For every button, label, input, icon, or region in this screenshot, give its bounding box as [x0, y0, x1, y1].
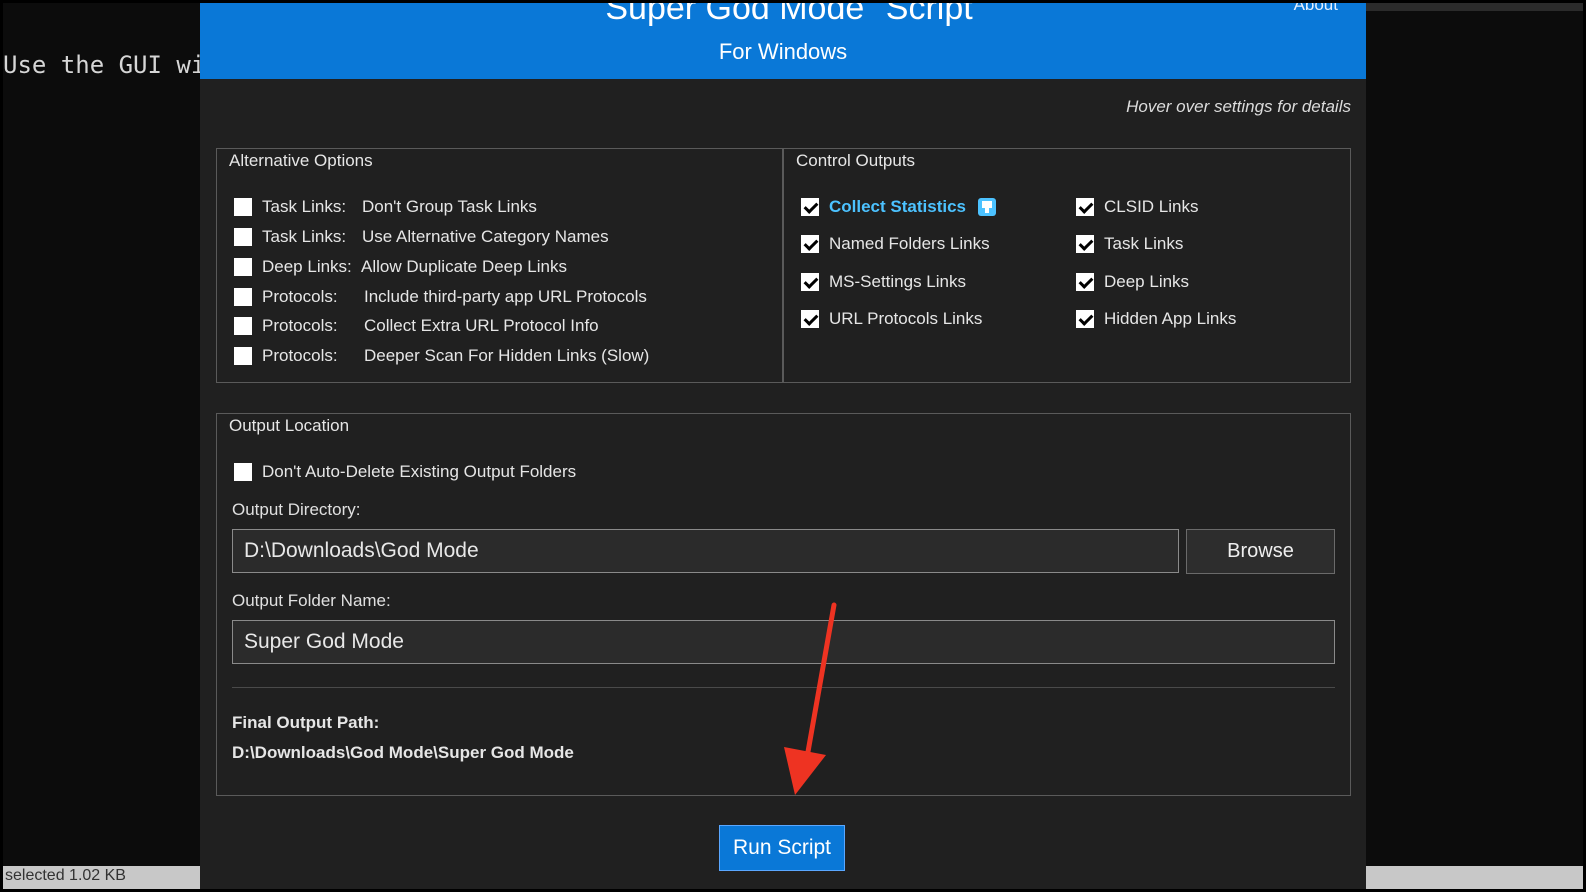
- run-script-button[interactable]: Run Script: [719, 825, 845, 871]
- checkbox[interactable]: [234, 228, 252, 246]
- checkbox[interactable]: [1076, 310, 1094, 328]
- control-option-row[interactable]: Named Folders Links: [801, 232, 990, 256]
- option-label: Named Folders Links: [829, 234, 990, 253]
- console-text: Use the GUI wir: [3, 51, 220, 79]
- option-label: Hidden App Links: [1104, 309, 1237, 328]
- checkbox[interactable]: [1076, 273, 1094, 291]
- checkbox[interactable]: [234, 288, 252, 306]
- control-option-row[interactable]: Task Links: [1076, 232, 1183, 256]
- control-option-row[interactable]: Deep Links: [1076, 270, 1189, 294]
- alt-option-row[interactable]: Protocols: Include third-party app URL P…: [234, 285, 647, 309]
- no-auto-delete-option[interactable]: Don't Auto-Delete Existing Output Folder…: [234, 460, 576, 484]
- group-title: Alternative Options: [227, 151, 375, 171]
- app-subtitle: For Windows: [718, 39, 848, 64]
- output-folder-label: Output Folder Name:: [232, 591, 391, 610]
- option-label: Include third-party app URL Protocols: [364, 287, 647, 306]
- checkbox[interactable]: [234, 463, 252, 481]
- option-label: URL Protocols Links: [829, 309, 983, 328]
- alt-option-row[interactable]: Protocols: Collect Extra URL Protocol In…: [234, 314, 599, 338]
- group-title: Output Location: [227, 416, 352, 436]
- alt-option-row[interactable]: Deep Links: Allow Duplicate Deep Links: [234, 255, 567, 279]
- checkbox[interactable]: [234, 347, 252, 365]
- status-text: selected 1.02 KB: [5, 867, 126, 884]
- option-label: CLSID Links: [1104, 197, 1199, 216]
- checkbox[interactable]: [1076, 198, 1094, 216]
- option-label: Don't Auto-Delete Existing Output Folder…: [262, 462, 577, 481]
- checkbox[interactable]: [234, 317, 252, 335]
- option-label: Collect Statistics: [829, 197, 966, 216]
- alt-option-row[interactable]: Protocols: Deeper Scan For Hidden Links …: [234, 344, 649, 368]
- checkbox[interactable]: [1076, 235, 1094, 253]
- option-prefix: Task Links:: [262, 227, 347, 246]
- option-label: Deep Links: [1104, 272, 1190, 291]
- divider: [232, 687, 1335, 688]
- option-label: Task Links: [1104, 234, 1184, 253]
- control-option-row[interactable]: CLSID Links: [1076, 195, 1198, 219]
- statistics-icon[interactable]: [978, 198, 996, 216]
- option-prefix: Protocols:: [262, 316, 338, 335]
- control-outputs-group: Control Outputs: [783, 148, 1351, 383]
- option-prefix: Task Links:: [262, 197, 347, 216]
- control-option-row[interactable]: URL Protocols Links: [801, 307, 982, 331]
- option-prefix: Deep Links:: [262, 257, 352, 276]
- checkbox[interactable]: [801, 310, 819, 328]
- control-option-row[interactable]: MS-Settings Links: [801, 270, 966, 294]
- checkbox[interactable]: [801, 273, 819, 291]
- option-label: MS-Settings Links: [829, 272, 966, 291]
- control-option-row[interactable]: Hidden App Links: [1076, 307, 1236, 331]
- header-banner: "Super God Mode" Script For Windows Abou…: [200, 3, 1366, 79]
- console-title-strip: [1365, 3, 1583, 11]
- option-label: Don't Group Task Links: [362, 197, 537, 216]
- option-label: Use Alternative Category Names: [362, 227, 609, 246]
- checkbox[interactable]: [234, 198, 252, 216]
- output-directory-label: Output Directory:: [232, 500, 361, 519]
- about-link[interactable]: About: [1294, 3, 1338, 15]
- alt-option-row[interactable]: Task Links: Use Alternative Category Nam…: [234, 225, 609, 249]
- checkbox[interactable]: [234, 258, 252, 276]
- option-label: Allow Duplicate Deep Links: [361, 257, 567, 276]
- screen: Use the GUI wir selected 1.02 KB "Super …: [0, 0, 1586, 892]
- final-output-path: D:\Downloads\God Mode\Super God Mode: [232, 743, 574, 762]
- option-label: Collect Extra URL Protocol Info: [364, 316, 599, 335]
- super-god-mode-dialog: "Super God Mode" Script For Windows Abou…: [200, 3, 1366, 889]
- option-label: Deeper Scan For Hidden Links (Slow): [364, 346, 650, 365]
- output-directory-field[interactable]: D:\Downloads\God Mode: [232, 529, 1179, 573]
- status-bar-right: [1365, 866, 1583, 889]
- final-output-label: Final Output Path:: [232, 713, 380, 732]
- checkbox[interactable]: [801, 198, 819, 216]
- browse-button[interactable]: Browse: [1186, 529, 1335, 574]
- group-title: Control Outputs: [794, 151, 918, 171]
- alt-option-row[interactable]: Task Links: Don't Group Task Links: [234, 195, 537, 219]
- option-prefix: Protocols:: [262, 287, 338, 306]
- option-prefix: Protocols:: [262, 346, 338, 365]
- output-folder-field[interactable]: Super God Mode: [232, 620, 1335, 664]
- app-title: "Super God Mode" Script: [593, 3, 973, 27]
- checkbox[interactable]: [801, 235, 819, 253]
- hover-hint: Hover over settings for details: [1126, 97, 1351, 116]
- collect-statistics-option[interactable]: Collect Statistics: [801, 195, 996, 219]
